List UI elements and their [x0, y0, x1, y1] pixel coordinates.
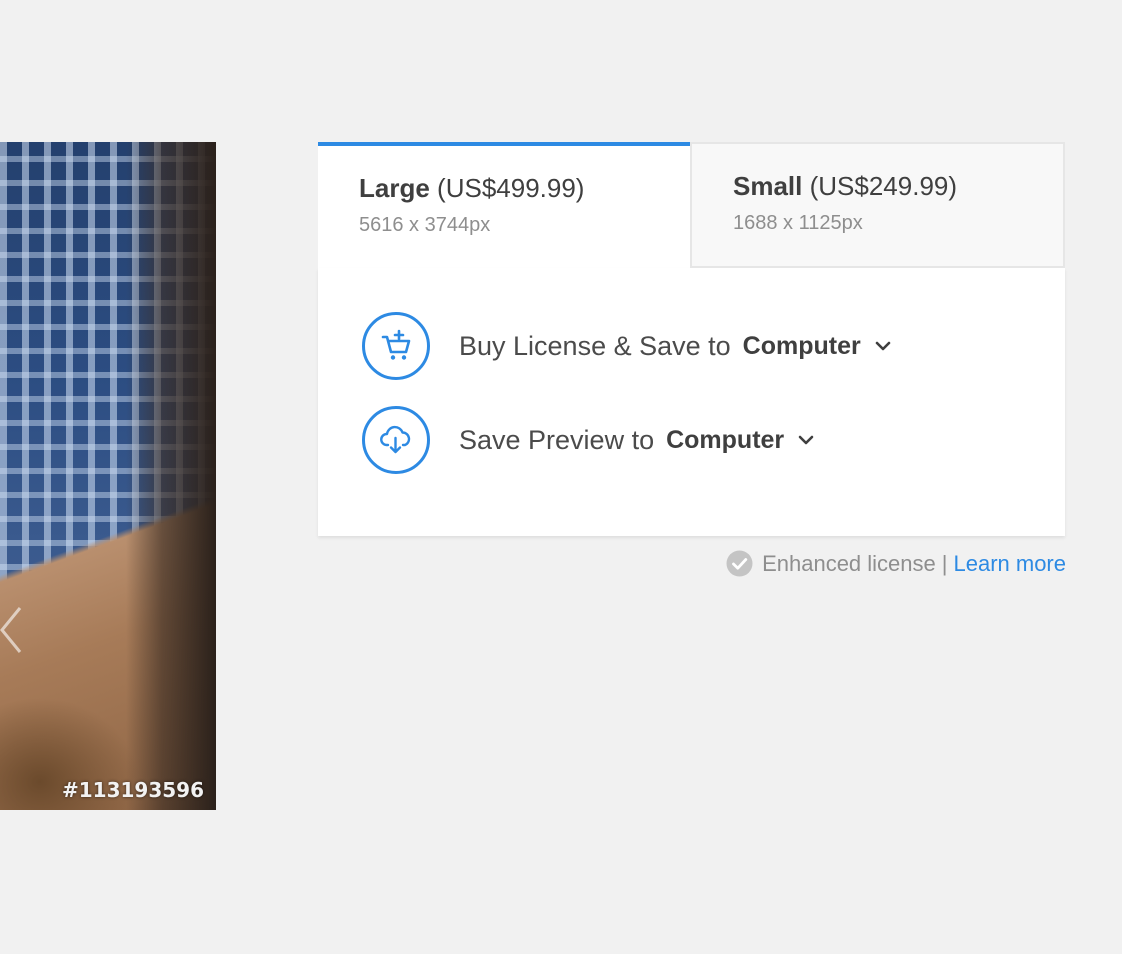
license-actions-panel: Buy License & Save to Computer Save Prev… — [318, 268, 1065, 536]
tab-small-dimensions: 1688 x 1125px — [733, 212, 863, 234]
enhanced-license-text: Enhanced license — [762, 550, 936, 576]
enhanced-license-note: Enhanced license | Learn more — [726, 550, 1066, 577]
chevron-left-icon[interactable] — [0, 604, 24, 656]
image-id-label: #113193596 — [61, 778, 204, 802]
buy-license-button[interactable]: Buy License & Save to Computer — [362, 312, 891, 380]
tab-small-price: (US$249.99) — [809, 171, 958, 201]
buy-destination-dropdown[interactable]: Computer — [743, 332, 861, 361]
tab-large-price: (US$499.99) — [437, 173, 585, 203]
learn-more-link[interactable]: Learn more — [953, 551, 1066, 577]
image-preview[interactable]: #113193596 — [0, 142, 216, 810]
tab-large-size: Large — [359, 173, 430, 203]
cart-add-icon[interactable] — [362, 312, 430, 380]
cloud-download-icon[interactable] — [362, 406, 430, 474]
tab-small[interactable]: Small (US$249.99) 1688 x 1125px — [690, 142, 1065, 268]
image-shading — [126, 142, 216, 810]
tab-small-title: Small (US$249.99) — [733, 170, 1063, 202]
size-tabs: Large (US$499.99) 5616 x 3744px Small (U… — [318, 142, 1065, 268]
tab-large-dimensions: 5616 x 3744px — [359, 214, 491, 236]
separator: | — [941, 550, 948, 576]
tab-large-title: Large (US$499.99) — [359, 172, 690, 204]
check-circle-icon — [726, 550, 753, 577]
save-preview-button[interactable]: Save Preview to Computer — [362, 406, 814, 474]
tab-large[interactable]: Large (US$499.99) 5616 x 3744px — [318, 142, 690, 268]
save-preview-label: Save Preview to — [459, 424, 655, 455]
buy-license-label: Buy License & Save to — [459, 330, 731, 361]
chevron-down-icon[interactable] — [798, 435, 814, 445]
preview-destination-dropdown[interactable]: Computer — [666, 426, 784, 455]
chevron-down-icon[interactable] — [875, 341, 891, 351]
tab-small-size: Small — [733, 171, 803, 201]
